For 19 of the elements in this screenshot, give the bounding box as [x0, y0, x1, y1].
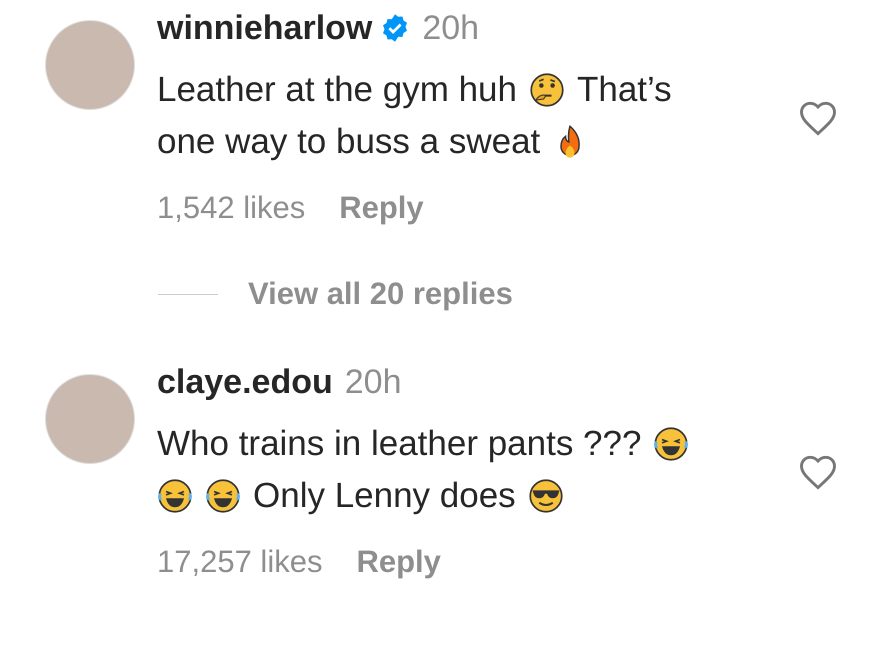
laughing-face-icon — [205, 478, 241, 514]
comment-text: Who trains in leather pants ??? — [157, 423, 642, 465]
username-link[interactable]: winnieharlow — [157, 8, 372, 48]
comment-time: 20h — [344, 362, 402, 402]
likes-count: 1,542 likes — [157, 190, 306, 226]
comment-time: 20h — [422, 8, 480, 48]
laughing-face-icon — [653, 426, 690, 462]
comment-text: one way to buss a sweat — [157, 121, 540, 163]
view-replies-button[interactable]: View all 20 replies — [248, 276, 513, 312]
comment-text: Only Lenny does — [253, 475, 516, 517]
likes-count: 17,257 likes — [157, 544, 322, 580]
comment-text: That’s — [576, 69, 672, 111]
laughing-face-icon — [157, 478, 193, 514]
reply-button[interactable]: Reply — [356, 544, 441, 580]
sunglasses-face-icon — [528, 478, 564, 514]
thinking-face-icon — [528, 72, 565, 108]
username-link[interactable]: claye.edou — [157, 362, 333, 402]
comment-text: Leather at the gym huh — [157, 69, 517, 111]
reply-button[interactable]: Reply — [339, 190, 424, 226]
